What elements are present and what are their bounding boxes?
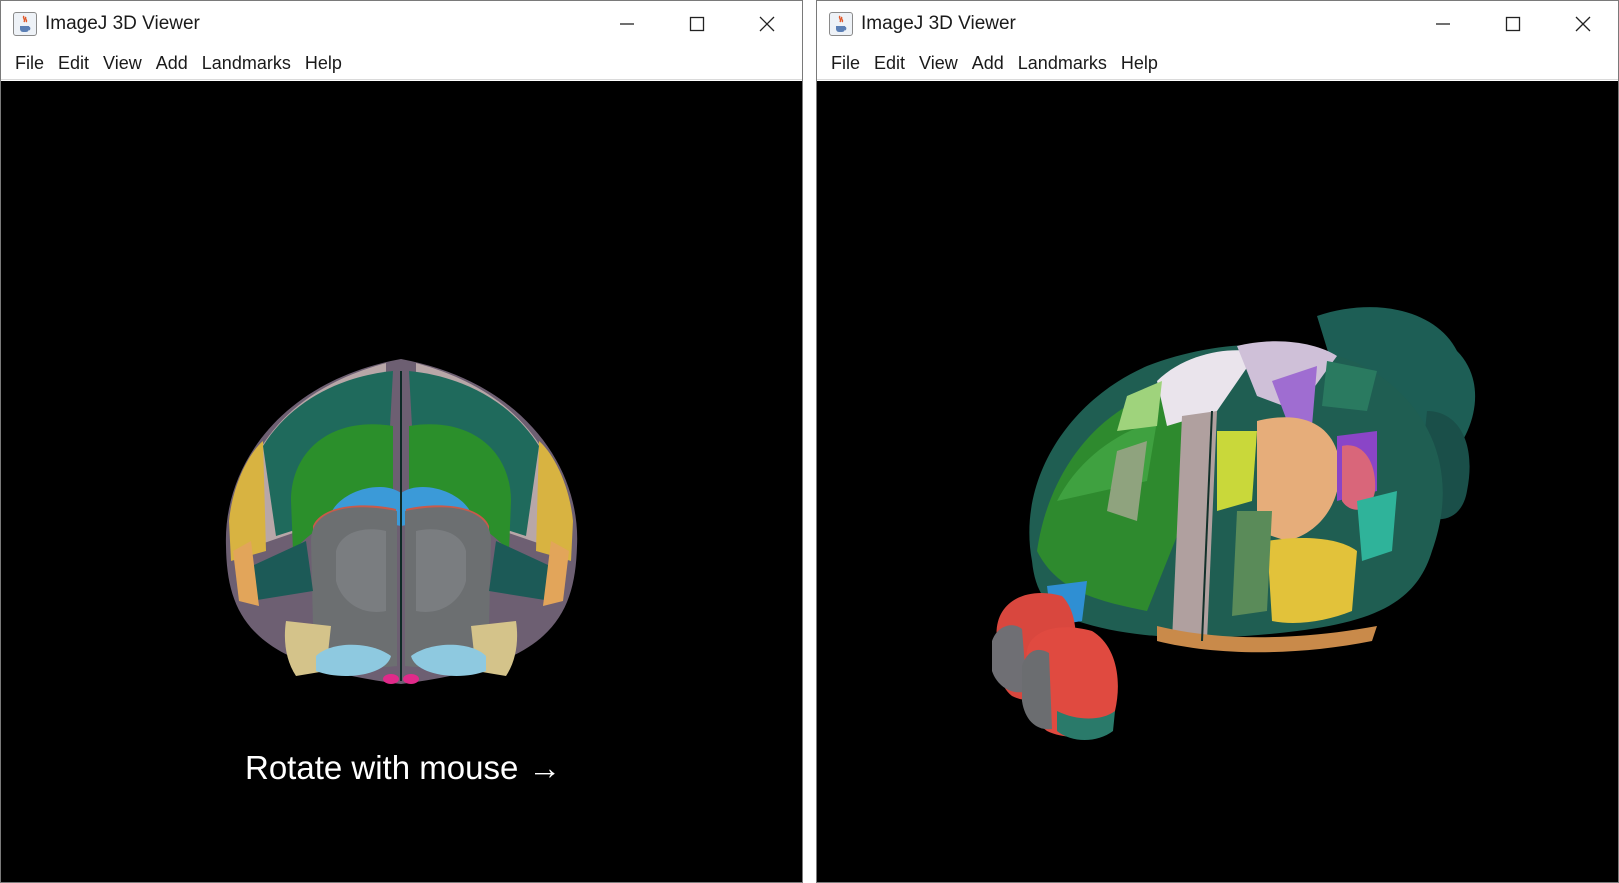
arrow-right-icon: → [528, 749, 562, 786]
menu-help[interactable]: Help [1114, 50, 1165, 77]
close-button[interactable] [732, 1, 802, 47]
window-title: ImageJ 3D Viewer [45, 13, 200, 34]
viewer-window-right: ImageJ 3D Viewer File Edit View Add Land… [816, 0, 1619, 883]
rotate-hint-text: Rotate with mouse [245, 749, 519, 786]
maximize-button[interactable] [662, 1, 732, 47]
menu-edit[interactable]: Edit [51, 50, 96, 77]
close-icon [1575, 16, 1591, 32]
menu-landmarks[interactable]: Landmarks [195, 50, 298, 77]
java-coffee-cup-icon [13, 12, 37, 36]
window-title: ImageJ 3D Viewer [861, 13, 1016, 34]
menu-view[interactable]: View [912, 50, 965, 77]
brain-render-rotated-view[interactable] [817, 81, 1618, 882]
menu-view[interactable]: View [96, 50, 149, 77]
menu-help[interactable]: Help [298, 50, 349, 77]
java-coffee-cup-icon [829, 12, 853, 36]
3d-viewport[interactable] [817, 81, 1618, 882]
menu-bar: File Edit View Add Landmarks Help [1, 47, 802, 80]
close-icon [759, 16, 775, 32]
maximize-icon [1505, 16, 1521, 32]
minimize-button[interactable] [592, 1, 662, 47]
minimize-icon [620, 23, 634, 25]
menu-add[interactable]: Add [965, 50, 1011, 77]
minimize-button[interactable] [1408, 1, 1478, 47]
viewer-window-left: ImageJ 3D Viewer File Edit View Add Land… [0, 0, 803, 883]
3d-viewport[interactable]: Rotate with mouse → [1, 81, 802, 882]
title-bar[interactable]: ImageJ 3D Viewer [1, 1, 802, 47]
menu-edit[interactable]: Edit [867, 50, 912, 77]
menu-bar: File Edit View Add Landmarks Help [817, 47, 1618, 80]
minimize-icon [1436, 23, 1450, 25]
menu-file[interactable]: File [824, 50, 867, 77]
menu-file[interactable]: File [8, 50, 51, 77]
menu-add[interactable]: Add [149, 50, 195, 77]
menu-landmarks[interactable]: Landmarks [1011, 50, 1114, 77]
rotate-hint: Rotate with mouse → [245, 749, 561, 787]
title-bar[interactable]: ImageJ 3D Viewer [817, 1, 1618, 47]
maximize-button[interactable] [1478, 1, 1548, 47]
maximize-icon [689, 16, 705, 32]
close-button[interactable] [1548, 1, 1618, 47]
